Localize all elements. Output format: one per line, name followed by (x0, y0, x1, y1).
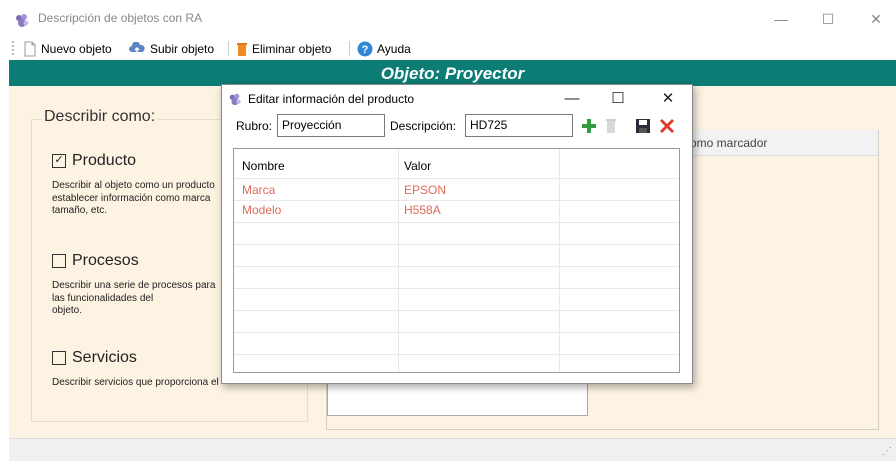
description-line: Describir al objeto como un producto (52, 180, 215, 191)
row-valor: EPSON (404, 183, 447, 197)
dialog-app-icon (229, 93, 241, 106)
procesos-description: Describir una serie de procesos para las… (52, 280, 224, 318)
upload-object-button[interactable]: Subir objeto (128, 40, 214, 58)
row-nombre: Marca (242, 183, 276, 197)
cloud-upload-icon (129, 42, 145, 55)
table-row[interactable]: Marca EPSON (234, 179, 679, 200)
help-icon: ? (357, 41, 373, 57)
procesos-label: Procesos (72, 252, 139, 269)
toolbar-grip[interactable] (12, 41, 14, 55)
description-line: objeto. (52, 305, 83, 316)
producto-description: Describir al objeto como un producto est… (52, 180, 224, 218)
column-header-nombre[interactable]: Nombre (242, 159, 285, 173)
add-icon[interactable] (581, 118, 597, 134)
new-object-label: Nuevo objeto (41, 42, 112, 56)
trash-icon (237, 43, 247, 56)
status-bar: ⋰ (9, 438, 896, 461)
description-line: las funcionalidades del (52, 292, 154, 304)
product-info-grid: Nombre Valor Marca EPSON Modelo H558A (233, 148, 680, 373)
maximize-button[interactable]: ☐ (818, 10, 838, 28)
rubro-input[interactable]: Proyección (277, 114, 385, 137)
cancel-icon[interactable] (659, 118, 675, 134)
producto-label: Producto (72, 152, 137, 169)
servicios-label: Servicios (72, 349, 137, 366)
marker-tab[interactable]: omo marcador (688, 130, 878, 156)
toolbar-separator (228, 41, 229, 56)
close-button[interactable]: ✕ (866, 10, 886, 28)
svg-text:?: ? (362, 44, 369, 56)
row-nombre: Modelo (242, 203, 282, 217)
resize-grip-icon[interactable]: ⋰ (882, 446, 892, 457)
delete-object-button[interactable]: Eliminar objeto (236, 40, 331, 58)
option-procesos[interactable]: Procesos (52, 252, 139, 270)
toolbar: Nuevo objeto Subir objeto Eliminar objet… (0, 38, 896, 60)
servicios-description: Describir servicios que proporciona el (52, 377, 224, 390)
column-header-valor[interactable]: Valor (404, 159, 431, 173)
delete-icon[interactable] (605, 118, 617, 134)
rubro-label: Rubro: (236, 119, 273, 133)
option-servicios[interactable]: Servicios (52, 349, 137, 367)
servicios-checkbox[interactable] (52, 351, 66, 365)
title-bar: Descripción de objetos con RA — ☐ ✕ (0, 0, 896, 38)
description-line: Describir una serie de procesos para (52, 280, 216, 291)
object-banner: Objeto: Proyector (9, 60, 896, 86)
procesos-checkbox[interactable] (52, 254, 66, 268)
dialog-maximize-button[interactable]: ☐ (608, 89, 628, 109)
dialog-minimize-button[interactable]: — (562, 89, 582, 109)
help-button[interactable]: ? Ayuda (357, 40, 411, 58)
description-line: establecer información como marca (52, 192, 211, 204)
describe-as-heading: Describir como: (42, 108, 158, 126)
new-object-icon (24, 41, 36, 57)
upload-object-label: Subir objeto (150, 42, 215, 56)
toolbar-separator (349, 41, 350, 56)
producto-checkbox[interactable]: ✓ (52, 154, 66, 168)
dialog-close-button[interactable]: ✕ (658, 89, 678, 109)
descripcion-label: Descripción: (390, 119, 457, 133)
edit-product-dialog: Editar información del producto — ☐ ✕ Ru… (221, 84, 693, 384)
app-icon (16, 14, 29, 27)
table-row[interactable]: Modelo H558A (234, 201, 679, 222)
option-producto[interactable]: ✓ Producto (52, 152, 136, 170)
description-line: Describir servicios que proporciona el (52, 377, 219, 388)
description-line: tamaño, etc. (52, 205, 108, 216)
new-object-button[interactable]: Nuevo objeto (23, 40, 112, 58)
row-valor: H558A (404, 203, 441, 217)
delete-object-label: Eliminar objeto (252, 42, 332, 56)
minimize-button[interactable]: — (771, 10, 791, 28)
preview-field[interactable] (327, 380, 588, 416)
object-title: Objeto: Proyector (380, 64, 525, 83)
save-icon[interactable] (635, 118, 651, 134)
dialog-title: Editar información del producto (248, 92, 415, 106)
window-title: Descripción de objetos con RA (38, 11, 203, 25)
help-label: Ayuda (377, 42, 411, 56)
descripcion-input[interactable]: HD725 (465, 114, 573, 137)
